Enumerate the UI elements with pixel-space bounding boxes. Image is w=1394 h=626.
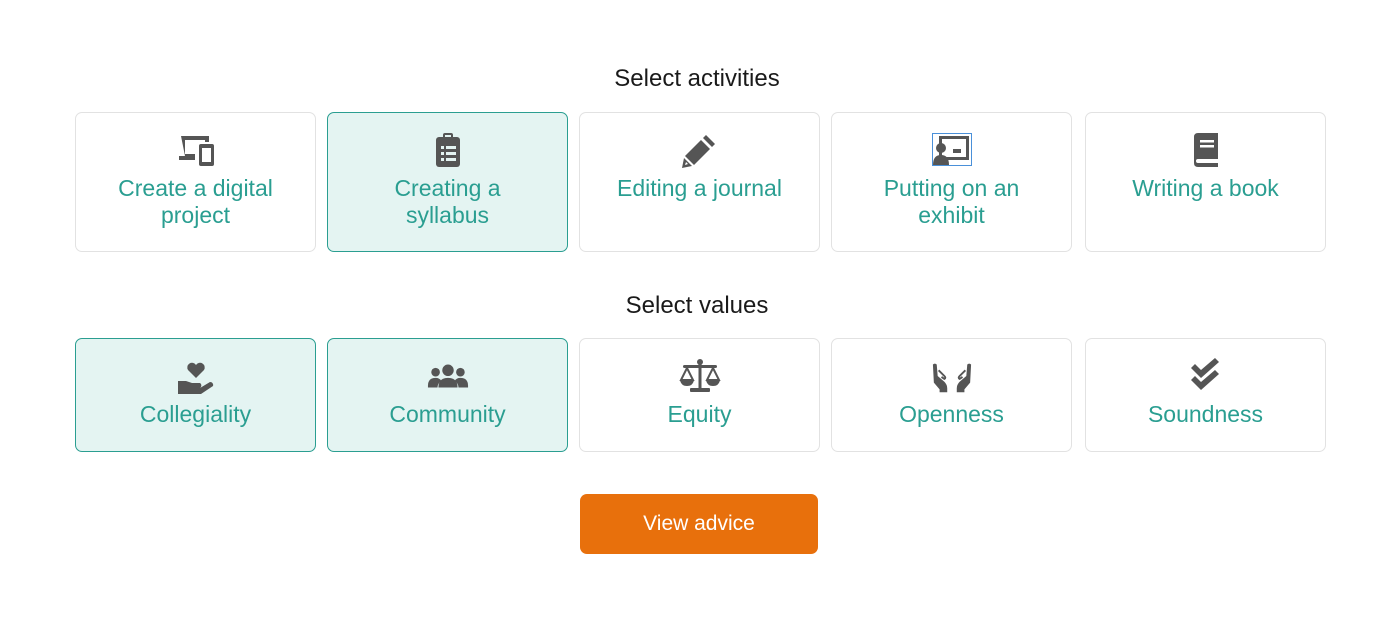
value-label: Soundness xyxy=(1147,401,1264,427)
activity-label: Putting on an exhibit xyxy=(883,175,1020,228)
values-heading: Select values xyxy=(625,292,769,319)
pencil-icon xyxy=(679,131,721,169)
activities-heading: Select activities xyxy=(614,65,780,92)
activity-card-creating-syllabus[interactable]: Creating a syllabus xyxy=(327,112,568,252)
value-label: Community xyxy=(389,401,506,427)
double-check-icon xyxy=(1185,357,1227,395)
activity-label: Create a digital project xyxy=(118,175,273,228)
activity-card-editing-journal[interactable]: Editing a journal xyxy=(579,112,820,252)
value-card-community[interactable]: Community xyxy=(327,338,568,452)
open-hands-icon xyxy=(931,357,973,395)
value-label: Openness xyxy=(899,401,1004,427)
value-card-openness[interactable]: Openness xyxy=(831,338,1072,452)
value-label: Collegiality xyxy=(139,401,252,427)
activity-card-writing-book[interactable]: Writing a book xyxy=(1085,112,1326,252)
devices-icon xyxy=(175,131,217,169)
activity-label: Writing a book xyxy=(1132,175,1279,201)
presentation-icon xyxy=(931,131,973,169)
hand-holding-heart-icon xyxy=(175,357,217,395)
activity-label: Editing a journal xyxy=(617,175,782,201)
value-label: Equity xyxy=(667,401,732,427)
activity-label: Creating a syllabus xyxy=(394,175,501,228)
value-card-soundness[interactable]: Soundness xyxy=(1085,338,1326,452)
value-card-equity[interactable]: Equity xyxy=(579,338,820,452)
book-icon xyxy=(1185,131,1227,169)
balance-scale-icon xyxy=(678,357,721,395)
activities-card-row: Create a digital project Creating a syll… xyxy=(75,112,1326,252)
activity-card-putting-on-exhibit[interactable]: Putting on an exhibit xyxy=(831,112,1072,252)
values-card-row: Collegiality Community Equity Openness S… xyxy=(75,338,1326,452)
value-card-collegiality[interactable]: Collegiality xyxy=(75,338,316,452)
view-advice-button[interactable]: View advice xyxy=(580,494,818,554)
clipboard-list-icon xyxy=(427,131,469,169)
users-icon xyxy=(427,357,469,395)
activity-card-create-digital-project[interactable]: Create a digital project xyxy=(75,112,316,252)
